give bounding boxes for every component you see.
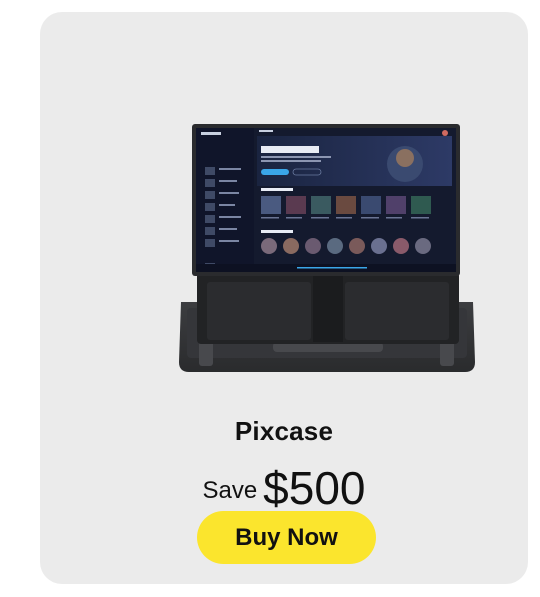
product-card: Pixcase Save $500 Buy Now: [40, 12, 528, 584]
price-amount: $500: [263, 462, 366, 514]
price-prefix: Save: [202, 477, 258, 504]
buy-now-button[interactable]: Buy Now: [197, 511, 376, 564]
price-row: Save $500: [0, 461, 540, 515]
product-title: Pixcase: [234, 416, 334, 446]
product-image: [179, 124, 475, 372]
